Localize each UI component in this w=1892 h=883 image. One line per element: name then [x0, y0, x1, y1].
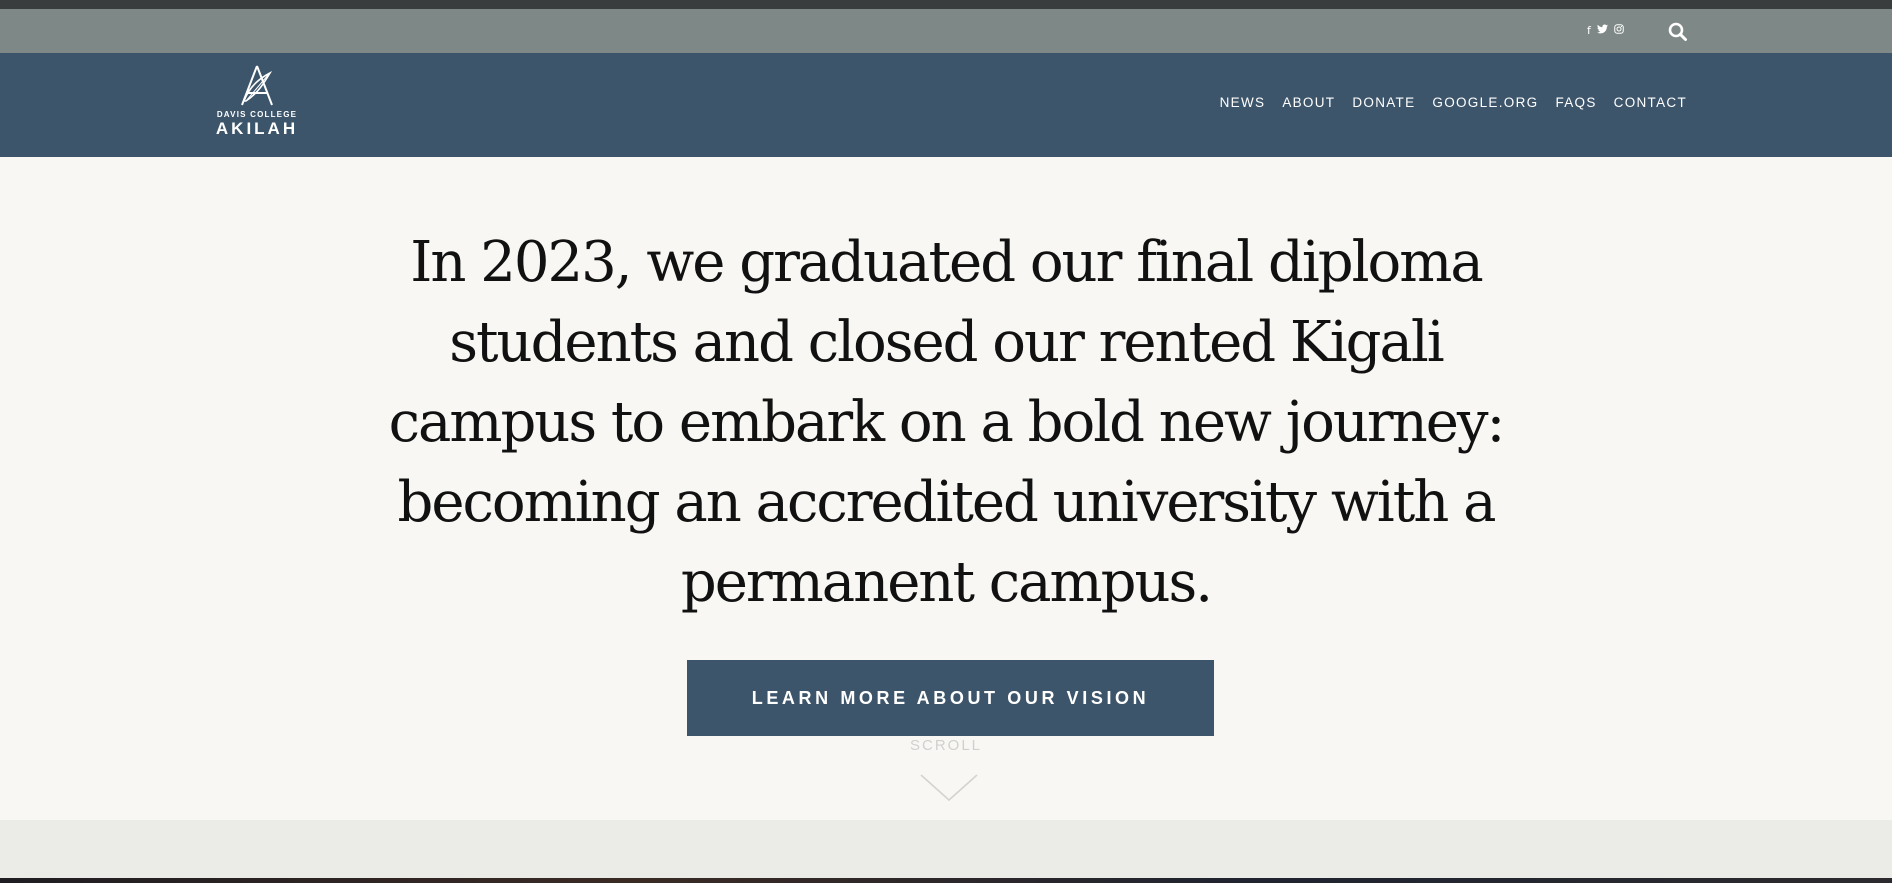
- search-icon: [1668, 22, 1687, 41]
- primary-navigation: NEWS ABOUT DONATE GOOGLE.ORG FAQS CONTAC…: [1220, 95, 1687, 110]
- hero-headline: In 2023, we graduated our final diploma …: [388, 230, 1506, 615]
- page: f DAVIS COLLEGE AKILAH NEWS ABOUT DONATE…: [0, 0, 1892, 883]
- main-nav: DAVIS COLLEGE AKILAH NEWS ABOUT DONATE G…: [0, 53, 1892, 157]
- facebook-icon[interactable]: f: [1587, 23, 1591, 39]
- nav-news[interactable]: NEWS: [1220, 95, 1266, 110]
- utility-bar: f: [0, 9, 1892, 53]
- scroll-label: SCROLL: [909, 737, 983, 754]
- social-links: f: [1587, 23, 1624, 39]
- logo-name: AKILAH: [215, 119, 299, 138]
- nav-google-org[interactable]: GOOGLE.ORG: [1432, 95, 1538, 110]
- instagram-icon[interactable]: [1614, 23, 1624, 39]
- bottom-edge: [0, 878, 1892, 883]
- search-button[interactable]: [1667, 21, 1689, 43]
- logo-mark-icon: [241, 65, 273, 106]
- learn-more-vision-button[interactable]: LEARN MORE ABOUT OUR VISION: [687, 660, 1214, 736]
- nav-about[interactable]: ABOUT: [1282, 95, 1335, 110]
- hero-section: In 2023, we graduated our final diploma …: [0, 157, 1892, 820]
- site-logo[interactable]: DAVIS COLLEGE AKILAH: [210, 63, 304, 151]
- nav-donate[interactable]: DONATE: [1352, 95, 1415, 110]
- twitter-icon[interactable]: [1596, 23, 1608, 39]
- next-section: [0, 820, 1892, 878]
- scroll-down-icon[interactable]: [920, 774, 978, 802]
- nav-faqs[interactable]: FAQS: [1555, 95, 1596, 110]
- top-edge: [0, 0, 1892, 9]
- nav-contact[interactable]: CONTACT: [1614, 95, 1687, 110]
- logo-subtitle: DAVIS COLLEGE: [216, 110, 298, 119]
